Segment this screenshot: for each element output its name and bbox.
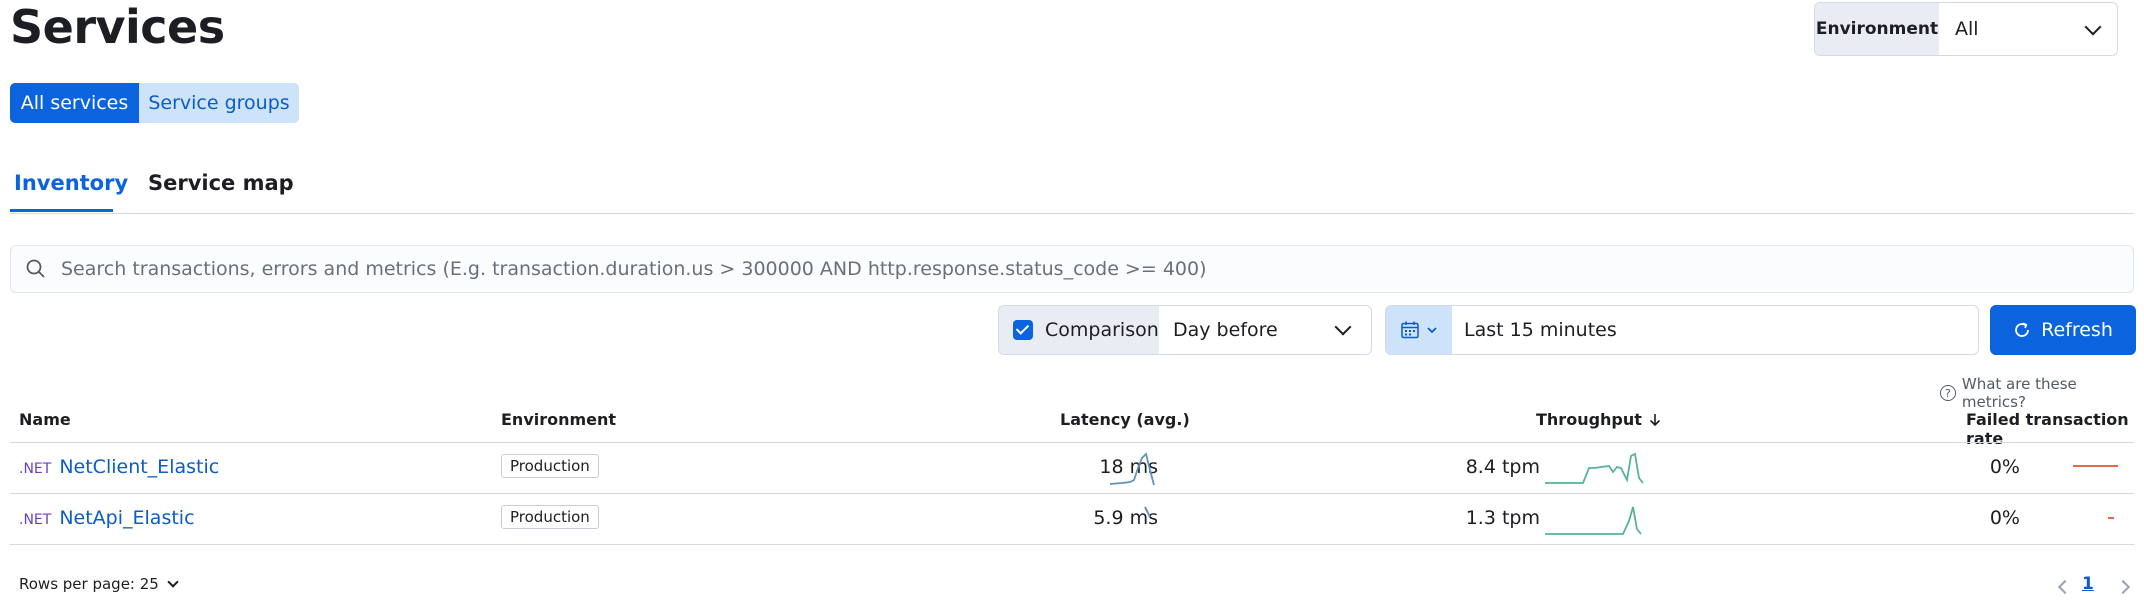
quick-select-button[interactable] [1386,306,1452,354]
date-picker: Last 15 minutes [1385,305,1979,355]
header-throughput-label: Throughput [1536,410,1642,429]
tabs-divider [10,213,2134,214]
refresh-button[interactable]: Refresh [1990,305,2136,355]
environment-value: All [1955,18,1979,40]
failed-rate-sparkline [2108,517,2114,519]
comparison-label: Comparison [1045,319,1159,341]
comparison-control: Comparison Day before [998,305,1372,355]
latency-value: 5.9 ms [1093,507,1158,529]
table-header-divider [10,442,2134,443]
service-name-link[interactable]: NetApi_Elastic [59,507,194,529]
view-toggle: All services Service groups [10,83,299,123]
refresh-icon [2015,322,2030,337]
environment-value-wrapper[interactable]: All [1939,3,2117,55]
table-row-divider [10,544,2134,545]
failed-rate-sparkline [2073,465,2118,467]
rows-per-page-label: Rows per page: 25 [19,575,159,593]
throughput-sparkline [1545,452,1644,484]
comparison-select[interactable]: Day before [1159,306,1371,354]
next-page-icon[interactable] [2115,579,2131,595]
throughput-value: 8.4 tpm [1465,456,1540,478]
comparison-value: Day before [1173,319,1278,341]
page-number-button[interactable]: 1 [2082,574,2094,594]
header-environment[interactable]: Environment [501,410,616,429]
comparison-checkbox[interactable] [1013,320,1033,340]
environment-badge-label: Production [501,454,599,478]
tab-service-map[interactable]: Service map [148,168,294,198]
throughput-sparkline [1545,506,1642,535]
metrics-help-link[interactable]: ? What are these metrics? [1940,375,2144,411]
search-icon [26,259,45,278]
latency-sparkline [1109,452,1155,486]
environment-badge: Production [501,505,599,529]
agent-language: .NET [19,512,52,528]
chevron-down-icon [2084,18,2102,36]
chevron-down-icon [1334,318,1352,336]
header-throughput[interactable]: Throughput [1536,410,1662,429]
page-title: Services [10,0,225,54]
agent-language: .NET [19,461,52,477]
active-tab-indicator [10,209,113,212]
comparison-toggle[interactable]: Comparison [999,306,1159,354]
date-range-value[interactable]: Last 15 minutes [1452,306,1617,354]
service-groups-button[interactable]: Service groups [139,83,299,123]
tab-inventory[interactable]: Inventory [14,168,128,198]
search-input[interactable]: Search transactions, errors and metrics … [61,258,1207,280]
table-row-divider [10,493,2134,494]
rows-per-page-button[interactable]: Rows per page: 25 [19,575,179,593]
chevron-down-icon [167,576,179,588]
chevron-down-icon [1427,327,1437,334]
calendar-icon [1401,321,1419,339]
header-latency[interactable]: Latency (avg.) [1060,410,1190,429]
arrow-down-icon [1649,413,1660,426]
header-name[interactable]: Name [19,410,71,429]
previous-page-icon[interactable] [2057,579,2073,595]
refresh-label: Refresh [2041,319,2113,341]
table-row: .NET NetClient_Elastic [19,456,219,478]
latency-sparkline [1144,506,1151,518]
failed-rate-value: 0% [1989,456,2020,478]
failed-rate-value: 0% [1989,507,2020,529]
service-name-link[interactable]: NetClient_Elastic [59,456,219,478]
search-bar[interactable]: Search transactions, errors and metrics … [10,245,2134,293]
environment-badge-label: Production [501,505,599,529]
environment-label: Environment [1815,3,1939,55]
all-services-button[interactable]: All services [10,83,139,123]
environment-badge: Production [501,454,599,478]
question-icon: ? [1940,385,1956,401]
metrics-help-label: What are these metrics? [1961,375,2077,411]
table-row: .NET NetApi_Elastic [19,507,195,529]
environment-select[interactable]: Environment All [1814,2,2118,56]
throughput-value: 1.3 tpm [1465,507,1540,529]
